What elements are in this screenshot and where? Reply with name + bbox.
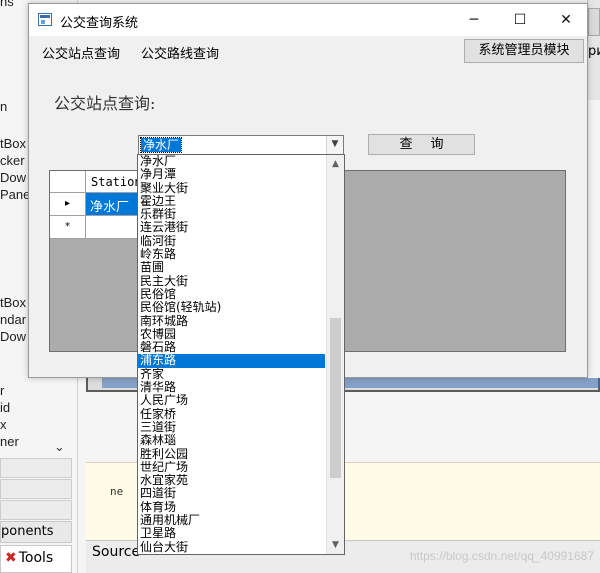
scrollbar-thumb[interactable]: [330, 318, 341, 478]
menu-station-query[interactable]: 公交站点查询: [42, 43, 120, 62]
ide-side-button[interactable]: [588, 8, 600, 36]
app-icon: [38, 13, 52, 26]
chevron-up-icon[interactable]: ▲: [327, 155, 344, 173]
dropdown-items: 净水厂 净月潭 聚业大街 霍边王 乐群街 连云港街 临河街 岭东路 苗圃 民主大街 民俗馆 民俗馆(轻…: [138, 155, 325, 554]
toolbox-row[interactable]: [0, 500, 72, 520]
dropdown-item[interactable]: 四道街: [138, 487, 325, 500]
dropdown-item[interactable]: 聚业大街: [138, 182, 325, 195]
station-dropdown-list[interactable]: 净水厂 净月潭 聚业大街 霍边王 乐群街 连云港街 临河街 岭东路 苗圃 民主大街 民俗馆 民俗馆(轻…: [137, 154, 345, 555]
toolbox-fragment[interactable]: ns: [0, 0, 14, 9]
dropdown-item[interactable]: 民俗馆(轻轨站): [138, 301, 325, 314]
toolbox-fragment[interactable]: tBox: [0, 295, 26, 310]
grid-row-header[interactable]: *: [50, 216, 86, 239]
dropdown-item[interactable]: 农博园: [138, 328, 325, 341]
grid-row-header[interactable]: ▸: [50, 193, 86, 216]
dropdown-item[interactable]: 任家桥: [138, 408, 325, 421]
dropdown-item[interactable]: 连云港街: [138, 221, 325, 234]
close-button[interactable]: ✕: [543, 4, 589, 36]
tab-components-label: ponents: [1, 524, 54, 539]
toolbox-fragment[interactable]: ner: [0, 434, 19, 449]
toolbox-fragment[interactable]: ndar: [0, 312, 26, 327]
admin-module-button[interactable]: 系统管理员模块: [464, 39, 584, 63]
chevron-down-icon[interactable]: ▼: [327, 536, 344, 554]
tab-tools-label: Tools: [18, 550, 54, 566]
watermark: https://blog.csdn.net/qq_40991687: [409, 549, 594, 563]
dropdown-item[interactable]: 体育场: [138, 501, 325, 514]
dropdown-item[interactable]: 霍边王: [138, 195, 325, 208]
minimize-button[interactable]: ─: [451, 4, 497, 36]
code-snippet: ne: [110, 485, 124, 498]
tab-components[interactable]: ponents: [0, 521, 72, 543]
toolbox-fragment[interactable]: n: [0, 99, 7, 114]
toolbox-fragment[interactable]: x: [0, 417, 7, 432]
station-combobox[interactable]: 净水厂 ▼: [138, 135, 344, 155]
page-title: 公交站点查询:: [54, 94, 156, 113]
tab-source[interactable]: Source: [92, 544, 140, 560]
toolbox-fragment[interactable]: tBox: [0, 136, 26, 151]
dropdown-item[interactable]: 磐石路: [138, 341, 325, 354]
chevron-down-icon[interactable]: ▼: [326, 136, 343, 154]
maximize-button[interactable]: ☐: [497, 4, 543, 36]
dropdown-item[interactable]: 净月潭: [138, 168, 325, 181]
dropdown-item[interactable]: 民俗馆: [138, 288, 325, 301]
dropdown-item[interactable]: 通用机械厂: [138, 514, 325, 527]
dropdown-item[interactable]: 仙台大街: [138, 541, 325, 554]
toolbox-fragment[interactable]: r: [0, 383, 4, 398]
grid-corner-header[interactable]: [50, 171, 86, 193]
dropdown-item[interactable]: 乐群街: [138, 208, 325, 221]
dropdown-item[interactable]: 苗圃: [138, 261, 325, 274]
toolbox-fragment[interactable]: Pane: [0, 187, 30, 202]
chevron-down-icon[interactable]: ⌄: [54, 440, 65, 455]
dropdown-item[interactable]: 临河街: [138, 235, 325, 248]
toolbox-fragment[interactable]: Dow: [0, 329, 26, 344]
toolbox-fragment[interactable]: Dow: [0, 170, 26, 185]
combobox-selected-text: 净水厂: [139, 137, 183, 153]
dropdown-item[interactable]: 世纪广场: [138, 461, 325, 474]
dropdown-scrollbar[interactable]: ▲ ▼: [326, 155, 344, 554]
tab-tools[interactable]: ✖ Tools: [0, 545, 72, 573]
title-bar[interactable]: 公交查询系统 ─ ☐ ✕: [29, 4, 587, 36]
dropdown-item[interactable]: 水宜家苑: [138, 474, 325, 487]
right-fragment: ри: [588, 44, 600, 59]
dropdown-item[interactable]: 清华路: [138, 381, 325, 394]
dropdown-item[interactable]: 三道街: [138, 421, 325, 434]
window-title: 公交查询系统: [60, 16, 139, 31]
dropdown-item[interactable]: 人民广场: [138, 394, 325, 407]
dropdown-item[interactable]: 浦东路: [138, 354, 325, 368]
dropdown-item[interactable]: 净水厂: [138, 155, 325, 168]
query-button[interactable]: 查询: [368, 134, 475, 155]
dropdown-item[interactable]: 民主大街: [138, 275, 325, 288]
wrench-icon: ✖: [5, 550, 17, 566]
dropdown-item[interactable]: 齐家: [138, 368, 325, 381]
toolbox-fragment[interactable]: id: [0, 400, 10, 415]
dropdown-item[interactable]: 岭东路: [138, 248, 325, 261]
toolbox-row[interactable]: [0, 458, 72, 478]
dropdown-item[interactable]: 卫星路: [138, 527, 325, 540]
dropdown-item[interactable]: 南环城路: [138, 315, 325, 328]
dropdown-item[interactable]: 森林瑙: [138, 434, 325, 447]
dropdown-item[interactable]: 胜利公园: [138, 448, 325, 461]
toolbox-fragment[interactable]: cker: [0, 153, 25, 168]
menu-route-query[interactable]: 公交路线查询: [141, 43, 219, 62]
toolbox-row[interactable]: [0, 479, 72, 499]
